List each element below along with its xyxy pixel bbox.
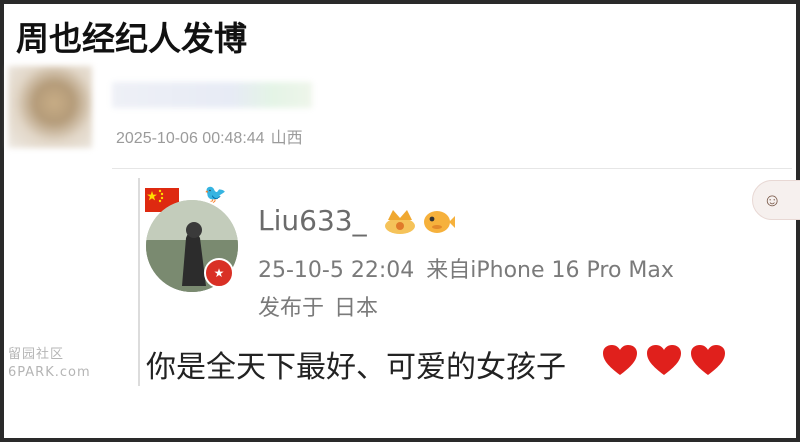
verified-badge-icon: ★ bbox=[204, 258, 234, 288]
page-title: 周也经纪人发博 bbox=[16, 19, 247, 58]
side-sticker-badge[interactable]: ☺ bbox=[752, 180, 800, 220]
location-label: 发布于 bbox=[258, 296, 325, 321]
red-heart-icon bbox=[603, 345, 637, 375]
quoted-post-date: 25-10-5 22:04 bbox=[258, 258, 415, 283]
top-post-meta: 2025-10-06 00:48:44 山西 bbox=[116, 124, 303, 148]
watermark: 留园社区 6PARK.com bbox=[8, 346, 96, 382]
quoted-message: 你是全天下最好、可爱的女孩子 bbox=[146, 350, 566, 385]
top-post-timestamp: 2025-10-06 00:48:44 bbox=[116, 130, 265, 147]
watermark-line-2: 6PARK.com bbox=[8, 365, 91, 380]
puffer-fish-icon bbox=[424, 211, 455, 233]
quoted-post-location: 发布于 日本 bbox=[258, 290, 378, 322]
red-heart-icon bbox=[691, 345, 725, 375]
quoted-post-source: 来自iPhone 16 Pro Max bbox=[426, 258, 674, 283]
top-post-region: 山西 bbox=[270, 130, 303, 147]
quoted-username[interactable]: Liu633_ bbox=[258, 204, 367, 237]
blurred-username[interactable] bbox=[112, 82, 312, 108]
blurred-avatar[interactable] bbox=[8, 66, 92, 148]
divider bbox=[112, 168, 792, 169]
heart-emoji-row bbox=[602, 344, 734, 381]
red-heart-icon bbox=[647, 345, 681, 375]
location-value: 日本 bbox=[334, 296, 379, 321]
quote-indicator-line bbox=[138, 178, 140, 386]
crown-badge-icon bbox=[385, 210, 415, 234]
watermark-line-1: 留园社区 bbox=[8, 347, 65, 362]
quoted-post-meta: 25-10-5 22:04 来自iPhone 16 Pro Max bbox=[258, 252, 674, 284]
